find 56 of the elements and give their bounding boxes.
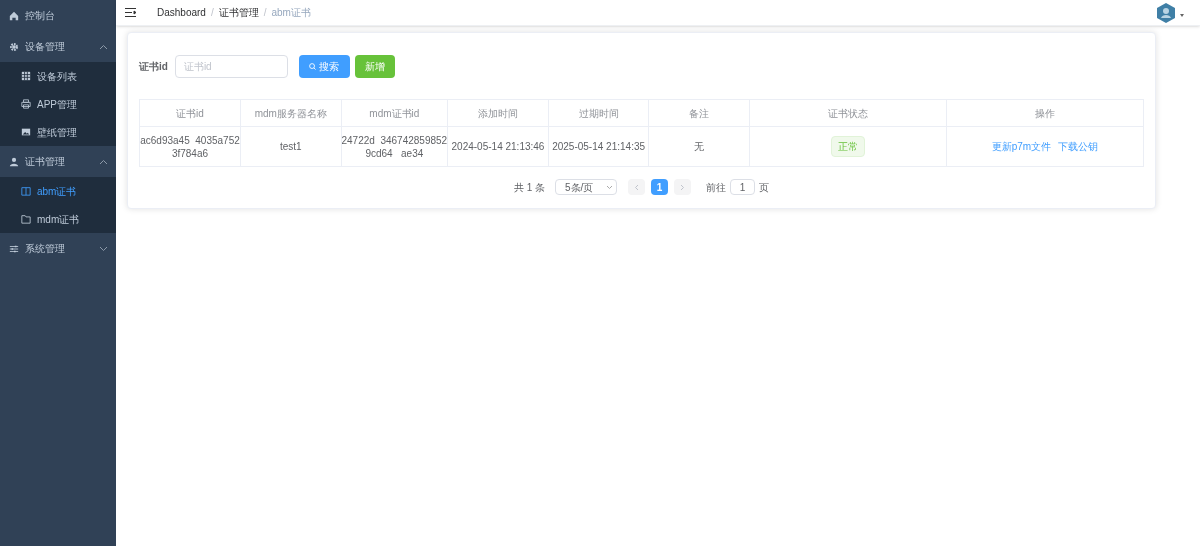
status-tag: 正常	[830, 136, 865, 157]
table-cell: 无	[694, 141, 705, 152]
chevron-up-icon	[100, 44, 107, 49]
settings-icon	[9, 41, 19, 52]
column-header: 证书状态	[749, 99, 947, 127]
table-cell-text: 9cd64 ae34	[364, 146, 425, 160]
goto-label: 前往	[706, 180, 727, 195]
page-suffix: 页	[759, 180, 770, 195]
chevron-down-icon	[100, 246, 107, 251]
total-count: 共 1 条	[513, 180, 546, 195]
breadcrumb-item[interactable]: 证书管理	[218, 5, 259, 20]
page-input[interactable]: 1	[730, 179, 756, 195]
table-cell-text: 3f784a6	[170, 146, 210, 160]
field-label: 证书id	[139, 60, 168, 74]
user-icon	[9, 156, 19, 167]
chevron-down-icon	[607, 185, 613, 189]
grid-icon	[21, 71, 31, 81]
printer-icon	[21, 99, 31, 109]
book-icon	[21, 186, 31, 196]
table-cell: test1	[279, 141, 302, 152]
breadcrumb-separator: /	[210, 6, 214, 20]
caret-icon[interactable]	[1180, 14, 1184, 17]
breadcrumb-item[interactable]: Dashboard	[157, 5, 206, 20]
column-header: mdm证书id	[341, 99, 448, 127]
submenu-item[interactable]: mdm证书	[0, 205, 116, 233]
table-cell: 24722d 346742859852	[341, 133, 448, 147]
submenu-item[interactable]: APP管理	[0, 90, 116, 118]
column-header: 证书id	[139, 99, 241, 127]
chevron-left-icon	[635, 184, 639, 190]
menu-item[interactable]: 设备管理	[0, 31, 116, 62]
breadcrumb-item: abm证书	[271, 6, 311, 20]
folder-icon	[21, 214, 31, 224]
menu-item[interactable]: 控制台	[0, 0, 116, 31]
search-icon	[309, 63, 317, 70]
table-cell: 2024-05-14 21:13:46	[451, 141, 545, 152]
menu-icon[interactable]	[125, 8, 136, 17]
sliders-icon	[9, 243, 19, 254]
submenu-item[interactable]: abm证书	[0, 177, 116, 205]
menu-item[interactable]: 系统管理	[0, 233, 116, 264]
avatar-icon[interactable]	[1157, 2, 1175, 23]
table-cell: 2025-05-14 21:14:35	[552, 141, 646, 152]
column-header: 操作	[946, 99, 1144, 127]
home-icon	[9, 10, 19, 21]
submenu-item[interactable]: 壁纸管理	[0, 118, 116, 146]
breadcrumb-separator: /	[263, 6, 267, 20]
chevron-right-icon	[681, 184, 685, 190]
table-cell: ac6d93a45 4035a752	[140, 133, 240, 147]
column-header: 添加时间	[447, 99, 549, 127]
image-icon	[21, 127, 31, 137]
page-size-select[interactable]: 5条/页	[555, 179, 618, 195]
menu-item[interactable]: 证书管理	[0, 146, 116, 177]
column-header: mdm服务器名称	[240, 99, 341, 127]
column-header: 备注	[648, 99, 750, 127]
column-header: 过期时间	[548, 99, 649, 127]
chevron-up-icon	[100, 159, 107, 164]
submenu-item[interactable]: 设备列表	[0, 62, 116, 90]
